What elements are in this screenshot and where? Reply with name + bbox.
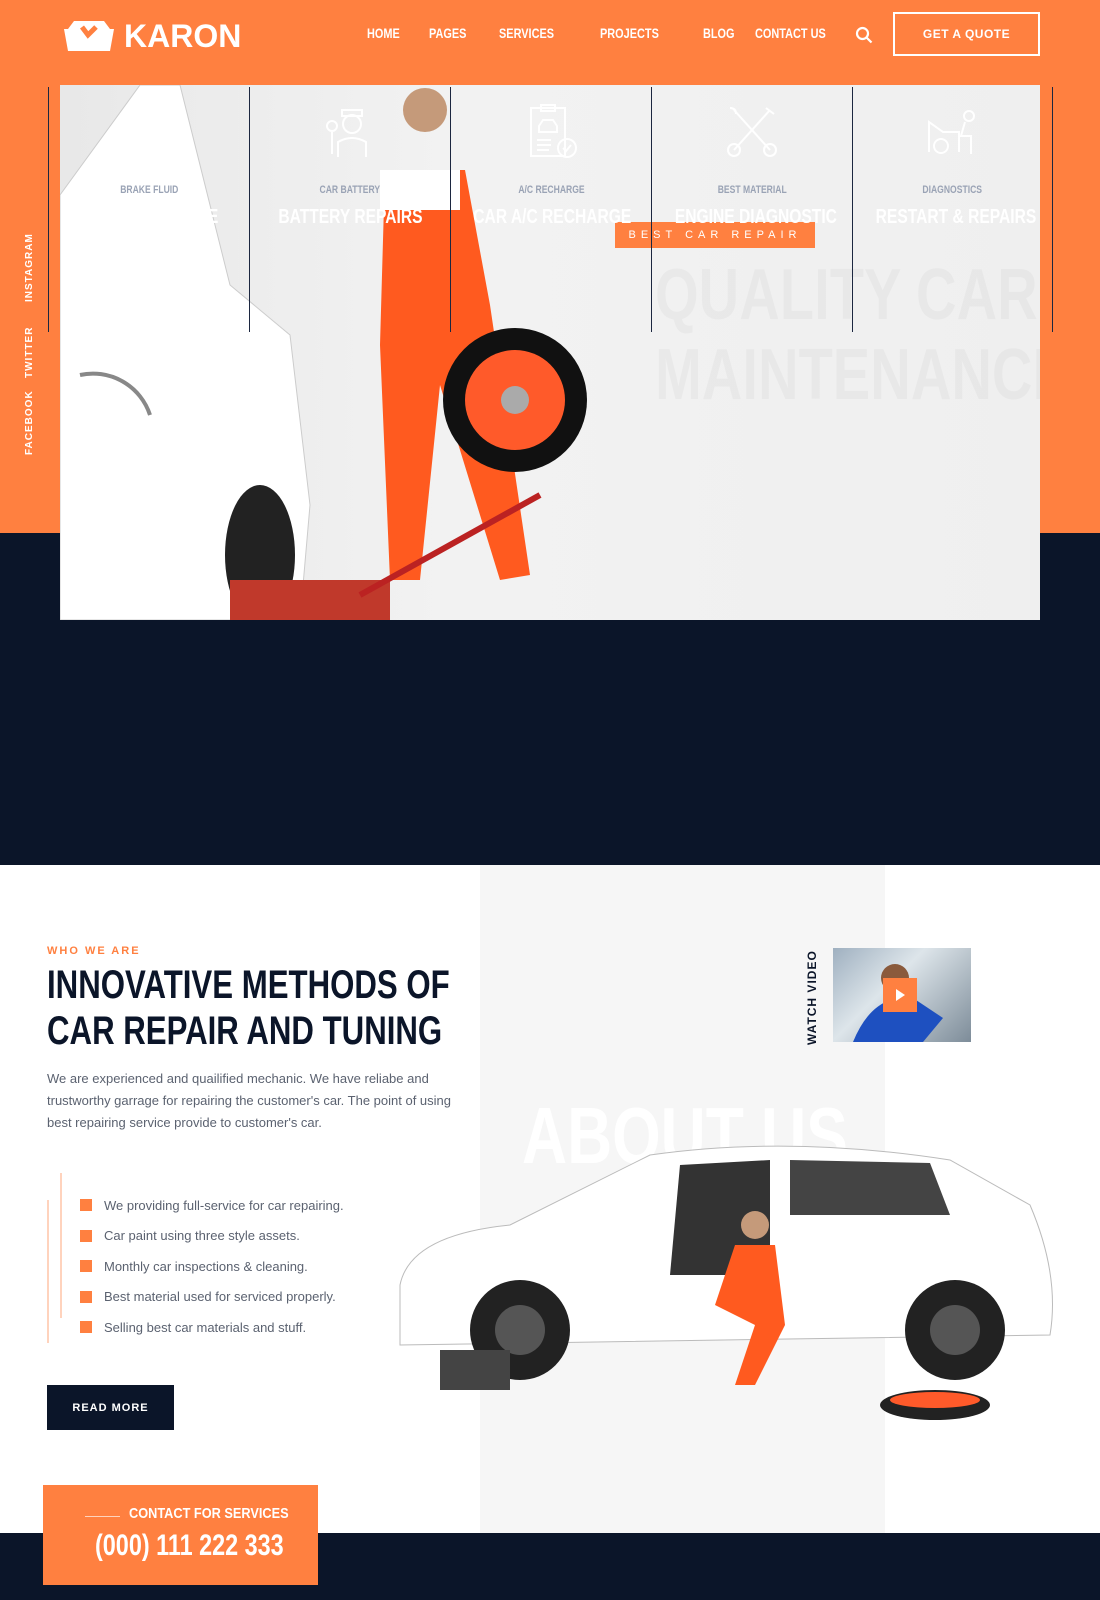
- list-item: Monthly car inspections & cleaning.: [80, 1251, 344, 1282]
- contact-phone[interactable]: (000) 111 222 333: [95, 1529, 337, 1563]
- list-item: We providing full-service for car repair…: [80, 1190, 344, 1221]
- service-subtitle: A/C RECHARGE: [517, 184, 585, 196]
- square-bullet-icon: [80, 1290, 92, 1303]
- contact-label: CONTACT FOR SERVICES: [129, 1505, 289, 1522]
- car-wrench-logo-icon: [64, 21, 114, 51]
- nav-pages[interactable]: PAGES: [429, 25, 477, 41]
- service-card-battery-repairs[interactable]: CAR BATTERY BATTERY REPAIRS: [249, 87, 450, 332]
- service-subtitle: CAR BATTERY: [319, 184, 381, 196]
- list-item: Car paint using three style assets.: [80, 1221, 344, 1252]
- tools-icon: [727, 107, 777, 157]
- square-bullet-icon: [80, 1321, 92, 1334]
- contact-box[interactable]: CONTACT FOR SERVICES (000) 111 222 333: [43, 1485, 318, 1585]
- service-card-restart-repairs[interactable]: DIAGNOSTICS RESTART & REPAIRS: [852, 87, 1053, 332]
- square-bullet-icon: [80, 1199, 92, 1212]
- list-item: Best material used for serviced properly…: [80, 1282, 344, 1313]
- play-icon: [896, 989, 905, 1001]
- service-title: BATTERY REPAIRS: [277, 206, 423, 228]
- mechanic-icon: [326, 109, 367, 157]
- square-bullet-icon: [80, 1260, 92, 1273]
- spray-gun-car-icon: [123, 106, 166, 155]
- service-subtitle: BRAKE FLUID: [119, 184, 179, 196]
- watch-video-label: WATCH VIDEO: [805, 950, 819, 1045]
- service-subtitle: BEST MATERIAL: [717, 184, 787, 196]
- nav-projects[interactable]: PROJECTS: [600, 25, 675, 41]
- car-repair-icon: [927, 110, 975, 154]
- service-title: ENGINE DIAGNOSTIC: [674, 206, 837, 228]
- service-title: RESTART & REPAIRS: [875, 206, 1037, 228]
- feature-list: We providing full-service for car repair…: [80, 1190, 344, 1343]
- search-icon[interactable]: [855, 26, 873, 44]
- about-eyebrow: WHO WE ARE: [47, 945, 141, 957]
- video-thumbnail[interactable]: [833, 948, 971, 1042]
- nav-services[interactable]: SERVICES: [499, 25, 570, 41]
- nav-contact-us[interactable]: CONTACT US: [755, 25, 846, 41]
- about-text: We are experienced and quailified mechan…: [47, 1071, 451, 1130]
- decor-line: [85, 1516, 120, 1517]
- service-card-engine-diagnostic[interactable]: BEST MATERIAL ENGINE DIAGNOSTIC: [651, 87, 852, 332]
- nav-home[interactable]: HOME: [367, 25, 409, 41]
- service-card-car-ac-recharge[interactable]: A/C RECHARGE CAR A/C RECHARGE: [450, 87, 651, 332]
- brand-name: KARON: [124, 17, 242, 54]
- nav-blog[interactable]: BLOG: [703, 25, 743, 41]
- about-title: INNOVATIVE METHODS OF CAR REPAIR AND TUN…: [47, 963, 450, 1053]
- service-subtitle: DIAGNOSTICS: [922, 184, 983, 196]
- service-title: FLUID EXCHANGE: [79, 206, 219, 228]
- about-car-mechanic-image: [399, 1145, 1053, 1420]
- play-button[interactable]: [883, 978, 917, 1012]
- clipboard-car-icon: [530, 104, 577, 158]
- list-item: Selling best car materials and stuff.: [80, 1312, 344, 1343]
- read-more-button[interactable]: READ MORE: [47, 1385, 174, 1430]
- logo[interactable]: KARON: [60, 16, 241, 56]
- main-nav: HOME PAGES SERVICES PROJECTS BLOG CONTAC…: [367, 25, 854, 41]
- get-a-quote-button[interactable]: GET A QUOTE: [893, 12, 1040, 56]
- decor-line: [47, 1200, 49, 1343]
- social-facebook[interactable]: FACEBOOK: [24, 390, 35, 455]
- service-card-fluid-exchange[interactable]: BRAKE FLUID FLUID EXCHANGE: [48, 87, 249, 332]
- square-bullet-icon: [80, 1229, 92, 1242]
- decor-line: [60, 1173, 62, 1318]
- social-twitter[interactable]: TWITTER: [24, 327, 35, 378]
- service-title: CAR A/C RECHARGE: [473, 206, 632, 228]
- social-instagram[interactable]: INSTAGRAM: [24, 233, 35, 302]
